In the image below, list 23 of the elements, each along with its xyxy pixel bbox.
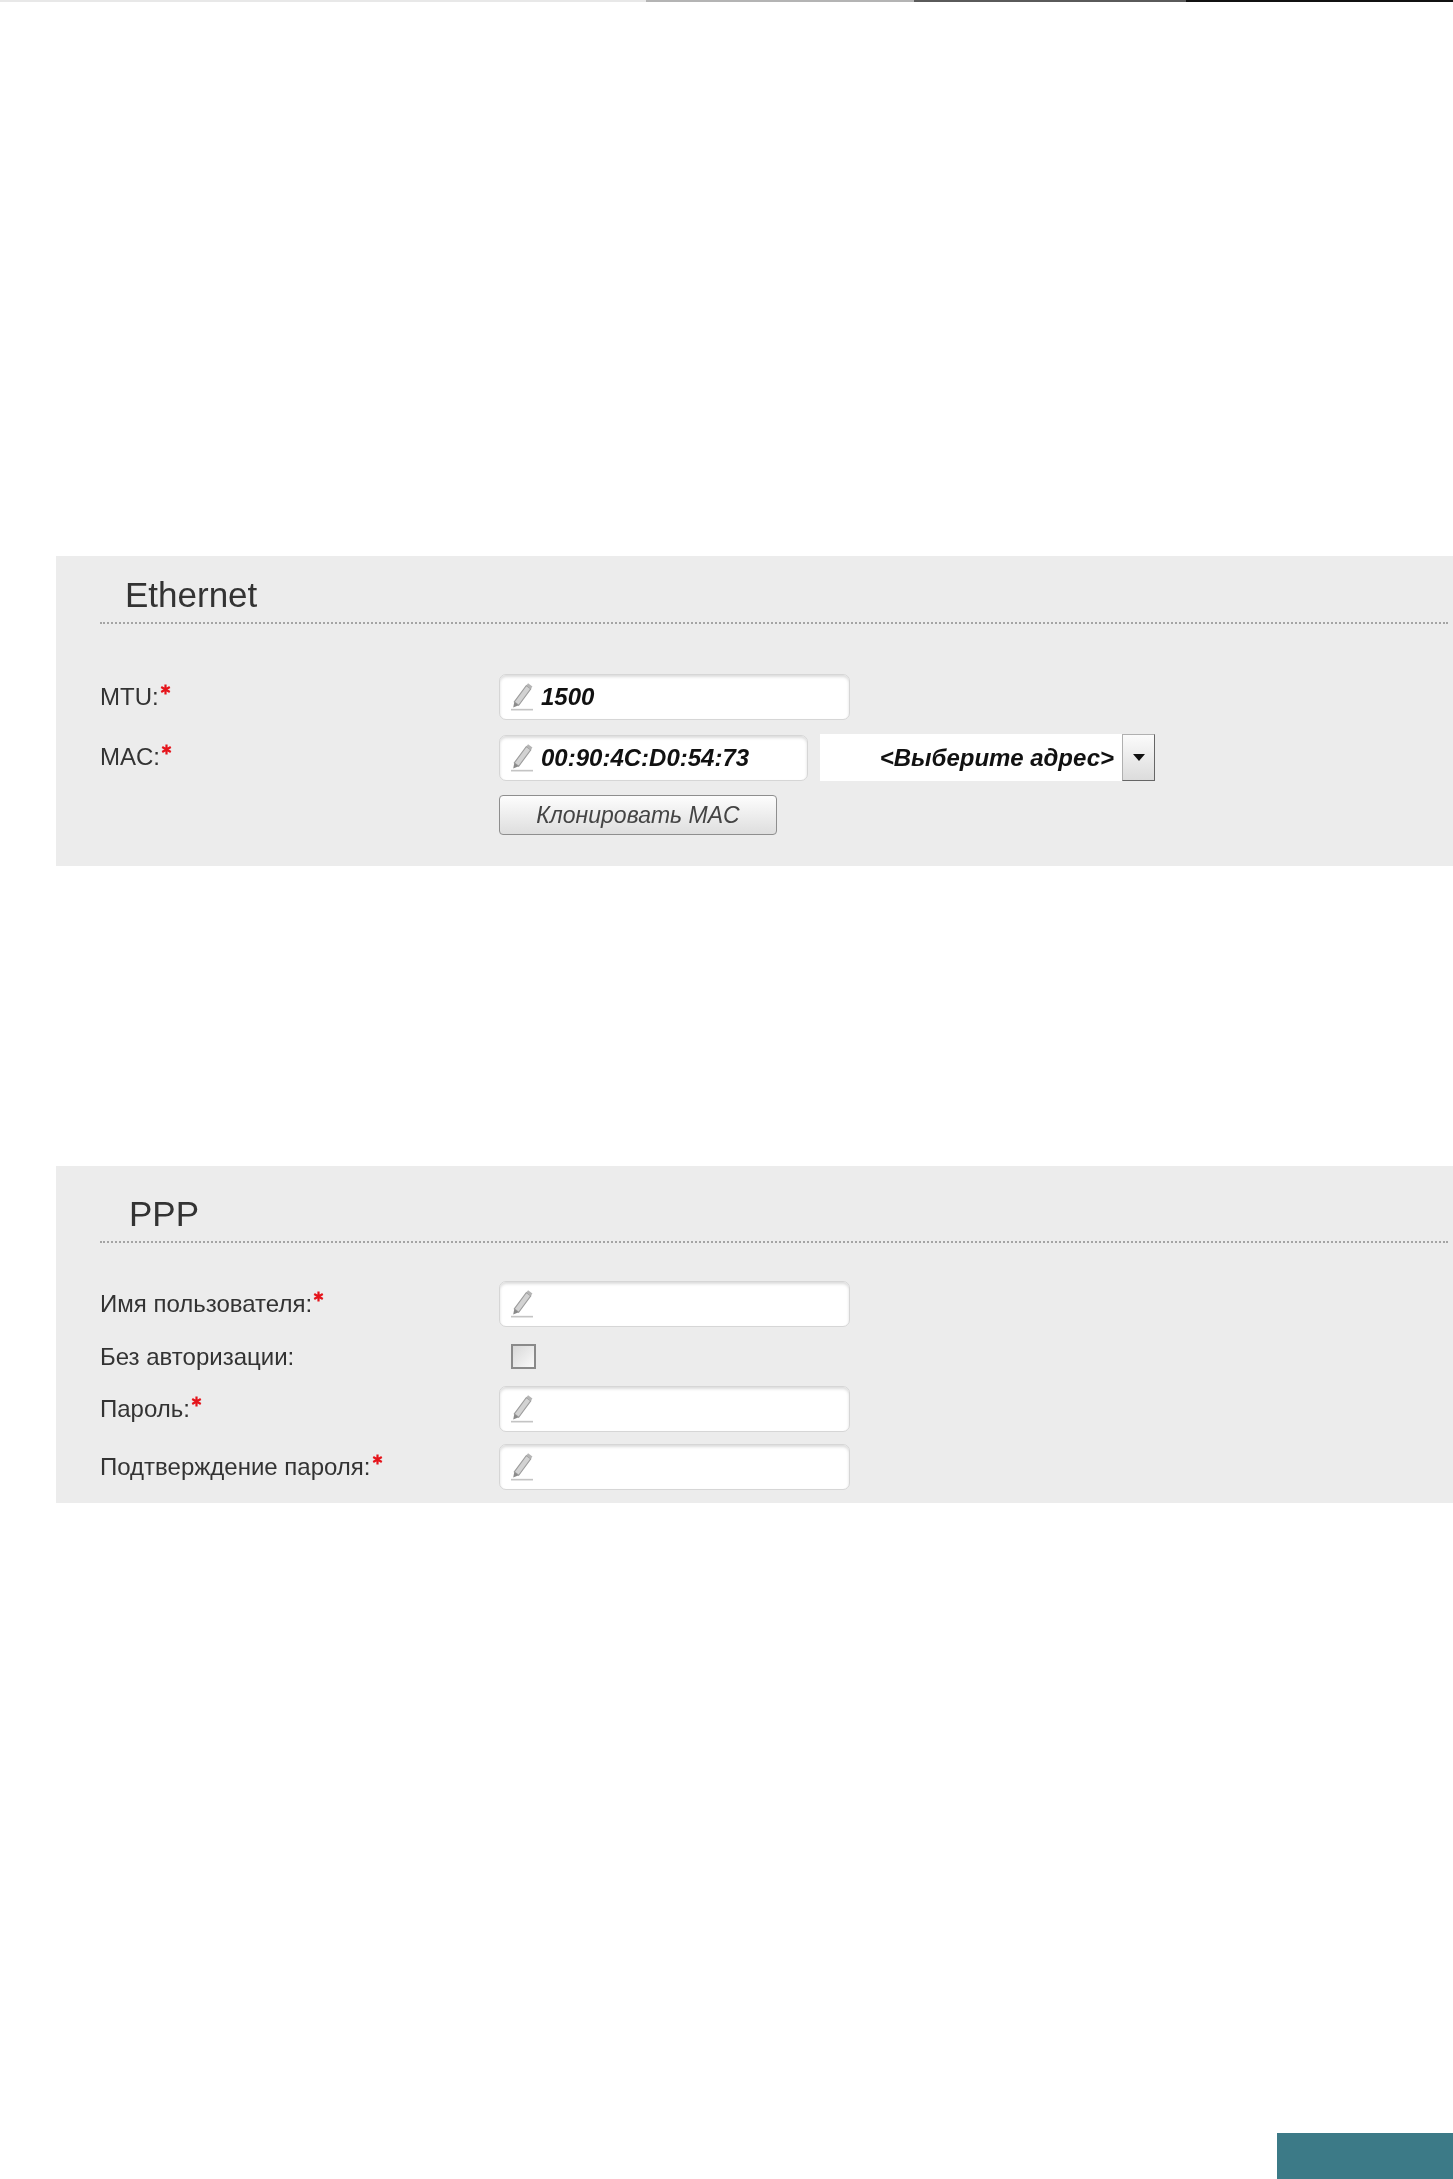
field-label: MAC: xyxy=(100,743,160,771)
text-input-field[interactable]: 1500 xyxy=(499,674,850,720)
field-label: Без авторизации: xyxy=(100,1342,295,1371)
field-label: Имя пользователя: xyxy=(100,1290,313,1318)
pencil-icon xyxy=(511,1290,533,1318)
pencil-icon xyxy=(511,683,533,711)
text-input-field[interactable]: 00:90:4C:D0:54:73 xyxy=(499,734,808,781)
text-input-field[interactable] xyxy=(499,1281,850,1327)
checkbox[interactable] xyxy=(511,1344,536,1369)
address-dropdown[interactable]: <Выберите адрес> xyxy=(820,734,1155,781)
section-title: Ethernet xyxy=(125,575,258,615)
field-label: MTU: xyxy=(100,683,159,711)
text-input-field[interactable] xyxy=(499,1386,850,1432)
text-input-field[interactable] xyxy=(499,1444,850,1490)
pencil-icon xyxy=(511,1395,533,1423)
section-title: PPP xyxy=(129,1194,200,1234)
caret-down-icon xyxy=(1132,754,1145,761)
pencil-icon xyxy=(511,1453,533,1481)
field-label: Пароль: xyxy=(100,1395,190,1423)
dropdown-arrow-button[interactable] xyxy=(1122,734,1155,781)
pencil-icon xyxy=(511,743,533,772)
clone-mac-button[interactable]: Клонировать MAC xyxy=(499,795,777,835)
field-label: Подтверждение пароля: xyxy=(100,1453,371,1481)
